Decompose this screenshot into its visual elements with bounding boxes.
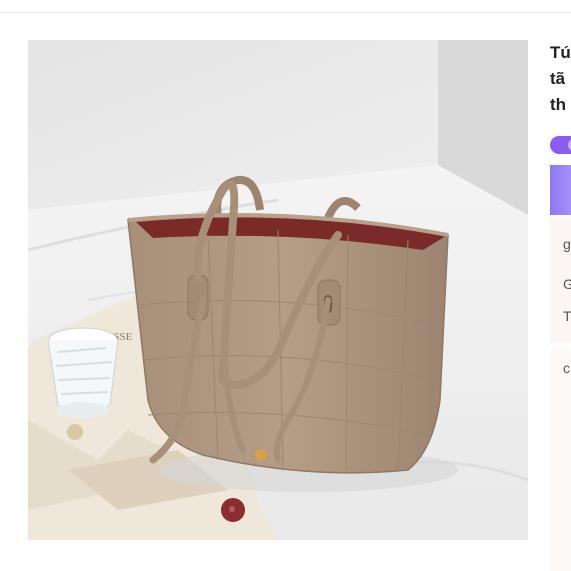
product-photo: TISSE xyxy=(28,40,528,540)
product-main-image[interactable]: TISSE xyxy=(28,40,528,540)
product-title-line: th xyxy=(550,95,567,114)
shipping-line: c xyxy=(563,360,570,376)
shipping-section: c xyxy=(550,348,571,571)
price-line: G xyxy=(563,276,571,292)
price-section: g G T xyxy=(550,218,571,343)
product-title: Tú tã th xyxy=(550,40,571,118)
top-divider xyxy=(0,12,571,13)
product-title-line: Tú xyxy=(550,43,571,62)
flash-sale-banner[interactable] xyxy=(550,165,571,215)
price-line: g xyxy=(563,236,571,252)
product-info-panel: Tú tã th g G T c xyxy=(550,40,571,571)
promo-badge xyxy=(550,136,571,154)
price-line: T xyxy=(563,308,571,324)
product-title-line: tã xyxy=(550,69,566,88)
